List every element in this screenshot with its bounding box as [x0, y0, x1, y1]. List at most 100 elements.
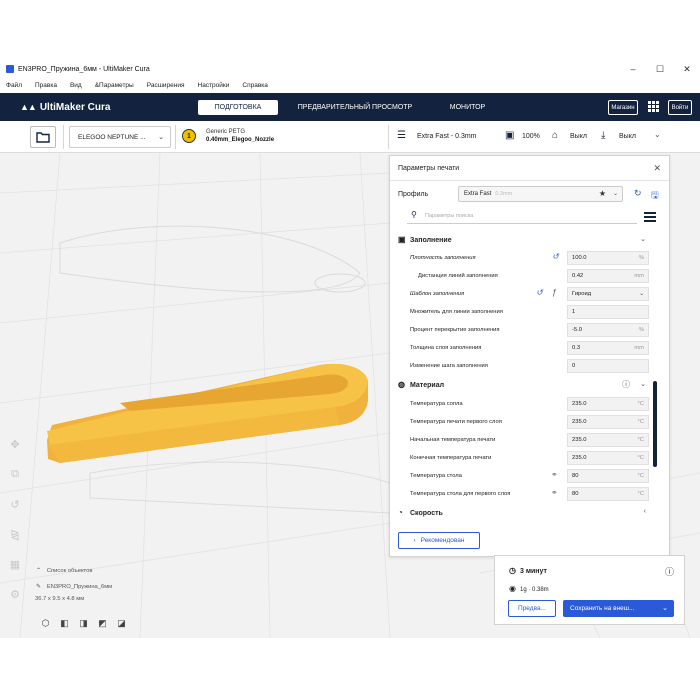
save-profile-icon[interactable]: 🖫 — [651, 188, 659, 204]
login-button[interactable]: Войти — [668, 100, 692, 115]
right-view-icon[interactable]: ◪ — [114, 618, 129, 630]
scale-tool-icon[interactable]: ⧉ — [5, 468, 25, 498]
chevron-down-icon[interactable]: ⌄ — [662, 604, 668, 612]
mirror-tool-icon[interactable]: ⧎ — [5, 528, 25, 558]
info-icon[interactable]: ⓘ — [665, 565, 674, 578]
tab-monitor[interactable]: МОНИТОР — [440, 100, 495, 115]
setting-value-field[interactable]: 0 — [567, 359, 649, 373]
apps-grid-icon[interactable] — [648, 101, 659, 112]
recommended-mode-button[interactable]: ‹ Рекомендован — [398, 532, 480, 549]
menu-preferences[interactable]: Настройки — [198, 82, 230, 89]
pencil-icon: ✎ — [36, 584, 41, 590]
setting-final-print-temperature[interactable]: Конечная температура печати 235.0 °C — [390, 449, 650, 467]
top-view-icon[interactable]: ◨ — [76, 618, 91, 630]
menu-edit[interactable]: Правка — [35, 82, 57, 89]
maximize-button[interactable]: ☐ — [647, 60, 673, 78]
preview-button[interactable]: Предва... — [508, 600, 556, 617]
move-tool-icon[interactable]: ✥ — [5, 438, 25, 468]
chevron-down-icon: ⌄ — [640, 236, 646, 243]
setting-value-field[interactable]: 0.42 mm — [567, 269, 649, 283]
object-dimensions: 36.7 x 9.5 x 4.8 мм — [35, 596, 85, 602]
app-header: ▲▲ UltiMaker Cura ПОДГОТОВКА ПРЕДВАРИТЕЛ… — [0, 93, 700, 121]
chevron-down-icon: ⌄ — [640, 381, 646, 388]
settings-visibility-menu-icon[interactable] — [644, 212, 656, 224]
chevron-down-icon[interactable]: ⌄ — [654, 130, 661, 139]
setting-value-field[interactable]: 235.0 °C — [567, 433, 649, 447]
per-model-settings-icon[interactable]: ▦ — [5, 558, 25, 588]
printer-selector[interactable]: ELEGOO NEPTUNE ... ⌄ — [69, 126, 171, 148]
setting-value-field[interactable]: 235.0 °C — [567, 451, 649, 465]
print-profile-label[interactable]: Extra Fast - 0.3mm — [417, 133, 477, 140]
chevron-left-icon: ‹ — [413, 537, 416, 544]
open-file-button[interactable] — [30, 126, 56, 148]
setting-value-field[interactable]: 1 — [567, 305, 649, 319]
reset-profile-icon[interactable]: ↻ — [634, 188, 642, 199]
setting-value-field[interactable]: 0.3 mm — [567, 341, 649, 355]
setting-value-field[interactable]: 100.0% — [567, 251, 649, 265]
setting-infill-layer-thickness[interactable]: Толщина слоя заполнения 0.3 mm — [390, 339, 650, 357]
category-speed[interactable]: ◔ Скорость ‹ — [390, 504, 650, 521]
support-status[interactable]: Выкл — [570, 133, 587, 140]
object-list-toggle[interactable]: ⌃ Список объектов — [36, 568, 112, 574]
front-view-icon[interactable]: ◧ — [57, 618, 72, 630]
setting-value-field[interactable]: -5.0% — [567, 323, 649, 337]
close-icon[interactable]: ✕ — [653, 163, 661, 174]
material-category-icon: ◍ — [398, 380, 405, 389]
setting-nozzle-temperature[interactable]: Температура сопла 235.0 °C — [390, 395, 650, 413]
setting-infill-density[interactable]: Плотность заполнения ↺ 100.0% — [390, 249, 650, 267]
category-material[interactable]: ◍ Материал ⓘ ⌄ — [390, 376, 650, 394]
reset-icon[interactable]: ↺ — [536, 288, 543, 297]
save-to-removable-button[interactable]: Сохранить на внеш... ⌄ — [563, 600, 674, 617]
panel-header: Параметры печати ✕ — [390, 156, 669, 181]
menu-view[interactable]: Вид — [70, 82, 82, 89]
menu-file[interactable]: Файл — [6, 82, 22, 89]
support-blocker-icon[interactable]: ⚙ — [5, 588, 25, 618]
menu-help[interactable]: Справка — [242, 82, 268, 89]
print-time: ◷ 3 минут — [509, 566, 547, 575]
function-icon[interactable]: ƒ — [552, 288, 556, 297]
infill-percent[interactable]: 100% — [522, 133, 540, 140]
window-title: EN3PRO_Пружина_6мм - UltiMaker Cura — [18, 65, 150, 73]
category-infill[interactable]: ▣ Заполнение ⌄ — [390, 231, 650, 249]
setting-initial-layer-temperature[interactable]: Температура печати первого слоя 235.0 °C — [390, 413, 650, 431]
rotate-tool-icon[interactable]: ↺ — [5, 498, 25, 528]
setting-value-field[interactable]: 80 °C — [567, 469, 649, 483]
extruder-badge[interactable]: 1 — [182, 129, 196, 143]
settings-list[interactable]: ▣ Заполнение ⌄ Плотность заполнения ↺ 10… — [390, 229, 669, 521]
setting-infill-multiplier[interactable]: Множитель для линии заполнения 1 — [390, 303, 650, 321]
reset-icon[interactable]: ↺ — [552, 252, 559, 261]
setting-infill-pattern[interactable]: Шаблон заполнения ↺ ƒ Гироид ⌄ — [390, 285, 650, 303]
tab-prepare[interactable]: ПОДГОТОВКА — [198, 100, 278, 115]
tool-sidebar: ✥ ⧉ ↺ ⧎ ▦ ⚙ — [5, 438, 25, 618]
tab-preview[interactable]: ПРЕДВАРИТЕЛЬНЫЙ ПРОСМОТР — [290, 100, 420, 115]
setting-bed-temperature-initial-layer[interactable]: Температура стола для первого слоя ⚭ 80 °… — [390, 485, 650, 503]
profile-selector[interactable]: Extra Fast 0.3mm ★ ⌄ — [458, 186, 623, 202]
info-icon[interactable]: ⓘ — [622, 379, 630, 390]
title-bar: EN3PRO_Пружина_6мм - UltiMaker Cura – ☐ … — [0, 60, 700, 78]
setting-value-field[interactable]: 80 °C — [567, 487, 649, 501]
left-view-icon[interactable]: ◩ — [95, 618, 110, 630]
setting-infill-line-distance[interactable]: Дистанция линий заполнения 0.42 mm — [390, 267, 650, 285]
3d-view-icon[interactable]: ⬡ — [38, 618, 53, 630]
setting-gradual-infill-steps[interactable]: Изменение шага заполнения 0 — [390, 357, 650, 375]
object-file-name[interactable]: ✎ EN3PRO_Пружина_6мм — [36, 584, 112, 590]
setting-value-field[interactable]: 235.0 °C — [567, 415, 649, 429]
close-window-button[interactable]: ✕ — [674, 60, 700, 78]
setting-value-field[interactable]: 235.0 °C — [567, 397, 649, 411]
marketplace-button[interactable]: Магазин — [608, 100, 638, 115]
setting-infill-overlap[interactable]: Процент перекрытие заполнения -5.0% — [390, 321, 650, 339]
setting-dropdown[interactable]: Гироид ⌄ — [567, 287, 649, 301]
adhesion-status[interactable]: Выкл — [619, 133, 636, 140]
material-name[interactable]: Generic PETG — [206, 129, 245, 135]
menu-extensions[interactable]: Расширения — [147, 82, 185, 89]
menu-settings[interactable]: &Параметры — [95, 82, 134, 89]
cura-window: EN3PRO_Пружина_6мм - UltiMaker Cura – ☐ … — [0, 0, 700, 700]
star-icon[interactable]: ★ — [599, 189, 606, 198]
settings-search-input[interactable]: ⚲ Параметры поиска — [407, 209, 637, 224]
minimize-button[interactable]: – — [620, 60, 646, 78]
nozzle-name[interactable]: 0.40mm_Elegoo_Nozzle — [206, 137, 274, 143]
settings-scrollbar[interactable] — [653, 381, 657, 467]
folder-icon — [36, 131, 50, 143]
setting-initial-print-temperature[interactable]: Начальная температура печати 235.0 °C — [390, 431, 650, 449]
setting-bed-temperature[interactable]: Температура стола ⚭ 80 °C — [390, 467, 650, 485]
